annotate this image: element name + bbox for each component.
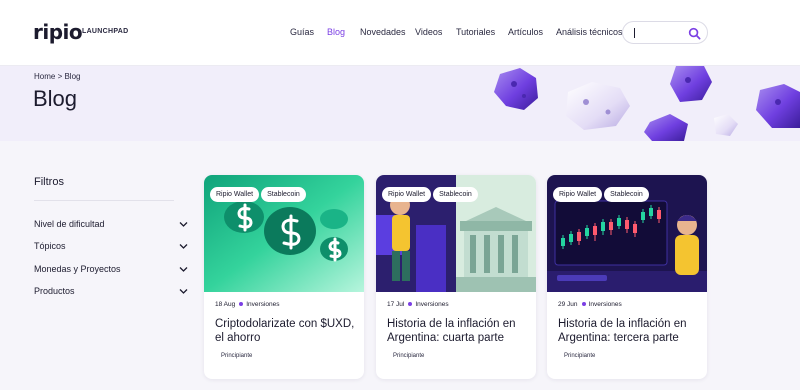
card-meta: 18 Aug Inversiones xyxy=(215,301,280,308)
filter-nivel-de-dificultad[interactable]: Nivel de dificultad xyxy=(34,219,189,233)
filter-monedas-y-proyectos[interactable]: Monedas y Proyectos xyxy=(34,264,189,278)
card-level: Principiante xyxy=(221,353,253,359)
card-meta: 29 Jun Inversiones xyxy=(558,301,622,308)
hero-banner: Home > Blog Blog xyxy=(0,66,800,141)
card-level: Principiante xyxy=(564,353,596,359)
card-category: Inversiones xyxy=(415,301,449,308)
chevron-down-icon[interactable] xyxy=(179,221,188,228)
nav-link-guias[interactable]: Guías xyxy=(290,27,314,37)
article-card[interactable]: Ripio Wallet Stablecoin 18 Aug Inversiones… xyxy=(204,175,364,379)
card-tags: Ripio Wallet Stablecoin xyxy=(382,183,480,202)
top-navigation-bar: ripio LAUNCHPAD Guías Blog Novedades Vid… xyxy=(0,0,800,66)
nav-link-novedades[interactable]: Novedades xyxy=(360,27,406,37)
card-tags: Ripio Wallet Stablecoin xyxy=(210,183,308,202)
nav-link-articulos[interactable]: Artículos xyxy=(508,27,543,37)
card-title[interactable]: Historia de la inflación en Argentina: t… xyxy=(558,317,700,345)
tag-chip[interactable]: Ripio Wallet xyxy=(553,187,603,202)
card-title[interactable]: Criptodolarizate con $UXD, el ahorro xyxy=(215,317,357,345)
breadcrumb[interactable]: Home > Blog xyxy=(34,72,80,81)
nav-link-tutoriales[interactable]: Tutoriales xyxy=(456,27,495,37)
filter-label: Nivel de dificultad xyxy=(34,219,105,229)
card-level: Principiante xyxy=(393,353,425,359)
category-dot-icon xyxy=(581,301,586,306)
search-box[interactable] xyxy=(622,21,708,44)
article-card[interactable]: Ripio Wallet Stablecoin 29 Jun Inversiones… xyxy=(547,175,707,379)
asteroids-illustration xyxy=(494,66,800,141)
nav-link-blog[interactable]: Blog xyxy=(327,27,345,37)
filter-label: Productos xyxy=(34,286,75,296)
search-icon[interactable] xyxy=(688,27,701,40)
category-dot-icon xyxy=(408,301,413,306)
card-title[interactable]: Historia de la inflación en Argentina: c… xyxy=(387,317,529,345)
filters-divider xyxy=(34,200,174,201)
text-cursor xyxy=(634,28,635,38)
card-meta: 17 Jul Inversiones xyxy=(387,301,449,308)
search-input[interactable] xyxy=(631,26,683,40)
card-tags: Ripio Wallet Stablecoin xyxy=(553,183,651,202)
article-card[interactable]: Ripio Wallet Stablecoin 17 Jul Inversiones… xyxy=(376,175,536,379)
chevron-down-icon[interactable] xyxy=(179,288,188,295)
filter-topicos[interactable]: Tópicos xyxy=(34,241,189,255)
tag-chip[interactable]: Stablecoin xyxy=(604,187,649,202)
filter-label: Tópicos xyxy=(34,241,66,251)
card-date: 18 Aug xyxy=(215,301,236,308)
card-date: 29 Jun xyxy=(558,301,578,308)
nav-link-analisis-tecnicos[interactable]: Análisis técnicos xyxy=(556,27,623,37)
card-category: Inversiones xyxy=(588,301,622,308)
filter-label: Monedas y Proyectos xyxy=(34,264,121,274)
card-category: Inversiones xyxy=(246,301,280,308)
card-date: 17 Jul xyxy=(387,301,405,308)
filters-title: Filtros xyxy=(34,176,64,188)
nav-link-videos[interactable]: Videos xyxy=(415,27,442,37)
chevron-down-icon[interactable] xyxy=(179,266,188,273)
page-title: Blog xyxy=(33,86,78,111)
category-dot-icon xyxy=(239,301,244,306)
tag-chip[interactable]: Stablecoin xyxy=(261,187,306,202)
chevron-down-icon[interactable] xyxy=(179,243,188,250)
tag-chip[interactable]: Ripio Wallet xyxy=(382,187,432,202)
tag-chip[interactable]: Stablecoin xyxy=(433,187,478,202)
filter-productos[interactable]: Productos xyxy=(34,286,189,300)
filters-panel: Filtros Nivel de dificultad Tópicos Mone… xyxy=(34,176,194,296)
tag-chip[interactable]: Ripio Wallet xyxy=(210,187,260,202)
